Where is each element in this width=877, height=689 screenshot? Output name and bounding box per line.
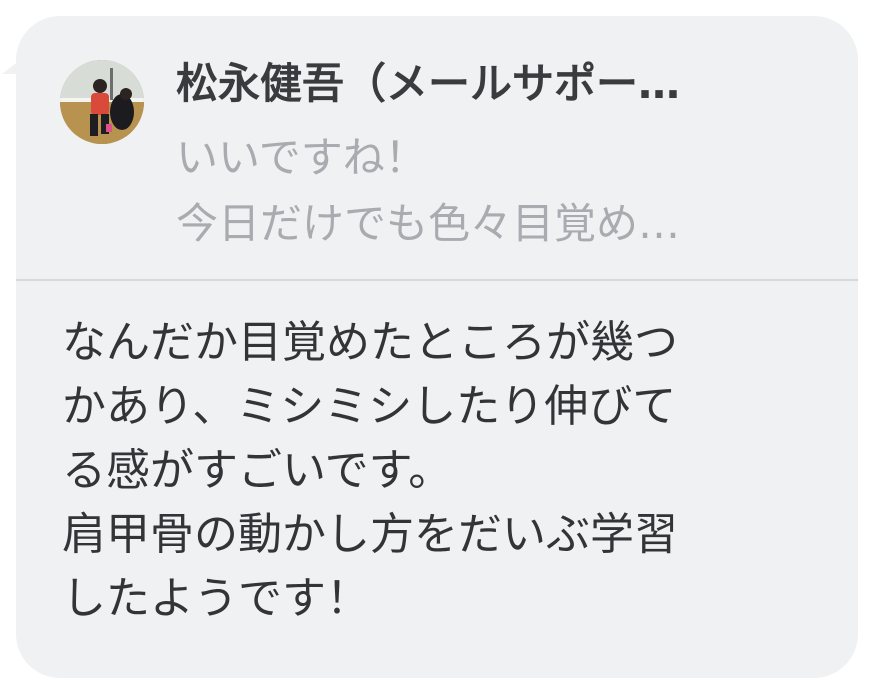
reply-quote[interactable]: 松永健吾（メールサポー… いいですね！ 今日だけでも色々目覚め… [16,16,858,278]
message-text-line-2: かあり、ミシミシしたり伸びて [62,381,677,432]
quoted-text-line-1: いいですね！ [176,133,427,182]
message-text-line-3: る感がすごいです。 [62,445,453,496]
divider [16,279,858,281]
avatar-photo-icon [60,60,144,144]
message-bubble[interactable]: 松永健吾（メールサポー… いいですね！ 今日だけでも色々目覚め… なんだか目覚め… [16,16,858,678]
reply-sender-name: 松永健吾（メールサポー… [176,59,681,108]
message-text-line-1: なんだか目覚めたところが幾つ [62,317,678,368]
message-text-line-4: 肩甲骨の動かし方をだいぶ学習 [62,509,678,560]
message-text-line-5: したようです！ [62,573,370,624]
message-text: なんだか目覚めたところが幾つ かあり、ミシミシしたり伸びて る感がすごいです。 … [62,311,822,631]
avatar[interactable] [60,60,144,144]
quoted-text-line-2: 今日だけでも色々目覚め… [176,199,681,248]
